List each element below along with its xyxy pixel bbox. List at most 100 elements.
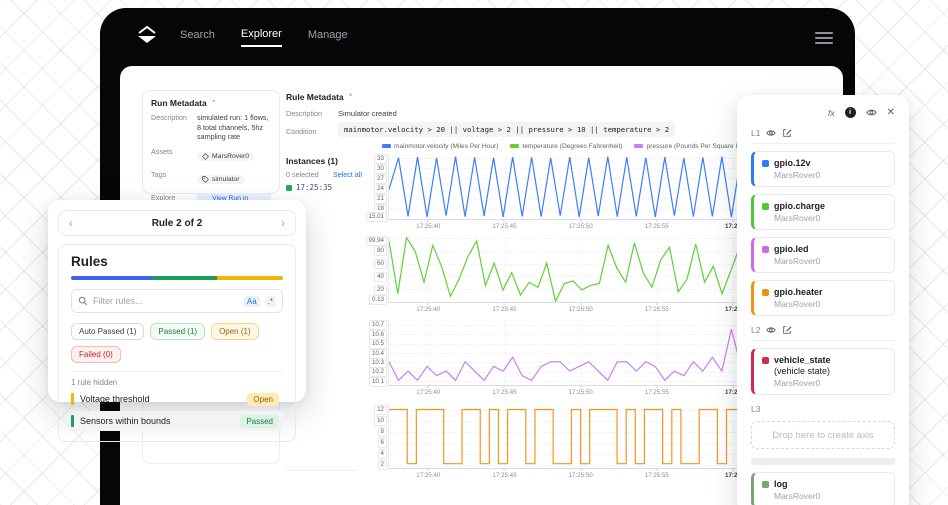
y-axis: 33302724211815.01 (362, 154, 388, 220)
y-tick-label: 27 (374, 174, 387, 184)
y-tick-label: 20 (374, 285, 387, 295)
close-icon[interactable]: ✕ (887, 108, 895, 118)
asset-badge[interactable]: MarsRover0 (197, 152, 254, 161)
rule-row[interactable]: Sensors within bounds Passed (71, 411, 283, 431)
horizontal-scrollbar[interactable] (751, 458, 895, 465)
axis-groups: L1gpio.12vMarsRover0gpio.chargeMarsRover… (751, 128, 895, 449)
tags-label: Tags (151, 170, 197, 179)
select-all-link[interactable]: Select all (333, 170, 362, 179)
rule-metadata-title[interactable]: Rule Metadata ⌃ (286, 92, 354, 102)
rule-metadata-title-text: Rule Metadata (286, 92, 344, 102)
x-tick (656, 386, 657, 388)
channel-name: gpio.12v (774, 158, 811, 168)
info-icon[interactable]: i (845, 107, 856, 118)
axis-label: L2 (751, 325, 760, 335)
axis-edit-icon[interactable] (782, 128, 792, 138)
search-icon (78, 296, 88, 306)
rules-filter-box: Aa .* (71, 289, 283, 313)
filter-badge-amber[interactable]: Open (1) (211, 323, 259, 340)
legend-item: temperature (Degrees Fahrenheit) (510, 143, 622, 150)
regex-toggle[interactable]: .* (265, 296, 276, 307)
axis-dropzone[interactable]: Drop here to create axis (751, 421, 895, 449)
channel-card-gpio.charge[interactable]: gpio.chargeMarsRover0 (751, 194, 895, 230)
rule-status-badge: Passed (240, 415, 279, 428)
y-tick-label: 10.5 (369, 339, 387, 349)
x-tick-label: 17:25:45 (492, 306, 516, 313)
channel-color-chip (762, 203, 769, 210)
axis-label: L3 (751, 404, 760, 414)
channel-card-gpio.led[interactable]: gpio.ledMarsRover0 (751, 237, 895, 273)
axis-eye-icon[interactable] (766, 325, 776, 335)
x-tick (580, 303, 581, 305)
x-tick (428, 469, 429, 471)
instances-title: Instances (1) (286, 156, 338, 166)
instance-status-dot (286, 185, 292, 191)
instance-list-item[interactable]: 17:25:35 (286, 183, 332, 192)
y-tick-label: 0.13 (369, 295, 387, 305)
rule-description-value: Simulator created (338, 109, 397, 118)
y-tick-label: 10 (374, 416, 387, 426)
axis-header-L3: L3 (751, 404, 895, 414)
nav-item-explorer[interactable]: Explorer (241, 28, 282, 47)
rule-filter-badges: Auto Passed (1) Passed (1) Open (1) Failed … (71, 323, 283, 363)
tag-badge-text: simulator (212, 176, 240, 183)
channel-asset: MarsRover0 (774, 170, 886, 180)
channel-card-log[interactable]: logMarsRover0 (751, 472, 895, 505)
filter-badge-neutral[interactable]: Auto Passed (1) (71, 323, 144, 340)
filter-badge-red[interactable]: Failed (0) (71, 346, 121, 363)
match-case-toggle[interactable]: Aa (244, 296, 260, 307)
y-tick-label: 10.7 (369, 320, 387, 330)
x-tick (732, 220, 733, 222)
y-tick-label: 80 (374, 246, 387, 256)
run-metadata-title[interactable]: Run Metadata ⌃ (151, 98, 271, 108)
channel-card-gpio.12v[interactable]: gpio.12v MarsRover0 (751, 151, 895, 187)
nav-item-manage[interactable]: Manage (308, 29, 348, 46)
tag-badge[interactable]: simulator (197, 175, 245, 184)
top-nav: Search Explorer Manage (136, 26, 374, 49)
instances-selected-count: 0 selected (286, 170, 319, 179)
x-tick-label: 17:25:40 (416, 389, 440, 396)
next-rule-chevron-icon[interactable]: › (281, 217, 285, 229)
rule-row[interactable]: Voltage thresholdOpen (71, 389, 283, 409)
y-axis: 10.710.610.510.410.310.210.1 (362, 320, 388, 386)
filter-badge-green[interactable]: Passed (1) (150, 323, 205, 340)
channel-card-gpio.heater[interactable]: gpio.heaterMarsRover0 (751, 280, 895, 316)
x-tick-label: 17:25:50 (569, 306, 593, 313)
axis-label: L1 (751, 128, 760, 138)
legend-color-chip (510, 144, 519, 148)
rule-pager-title: Rule 2 of 2 (152, 218, 203, 229)
channel-asset: MarsRover0 (774, 213, 886, 223)
channel-panel-toolbar: fx i ✕ (751, 106, 895, 119)
rules-card: Rules Aa .* Auto Passed (1)Passed (1)Ope… (58, 244, 296, 442)
asset-badge-text: MarsRover0 (212, 153, 249, 160)
progress-segment (71, 276, 152, 280)
channel-asset: MarsRover0 (774, 299, 886, 309)
brand-logo-icon[interactable] (136, 26, 158, 49)
y-tick-label: 15.01 (366, 212, 387, 222)
x-tick (428, 386, 429, 388)
rule-condition-expression[interactable]: mainmotor.velocity > 20 || voltage > 2 |… (338, 122, 675, 137)
tag-icon (202, 176, 209, 183)
visibility-eye-icon[interactable] (866, 107, 877, 118)
description-label: Description (151, 113, 197, 122)
x-tick (656, 469, 657, 471)
y-tick-label: 10.2 (369, 367, 387, 377)
x-tick-label: 17:25:45 (492, 472, 516, 479)
rule-pager: ‹ Rule 2 of 2 › (58, 210, 296, 236)
channel-card-vehicle_state[interactable]: vehicle_state(vehicle state)MarsRover0 (751, 348, 895, 395)
x-tick (504, 386, 505, 388)
channel-asset: MarsRover0 (774, 378, 886, 388)
rule-name: Sensors within bounds (80, 416, 234, 426)
axis-eye-icon[interactable] (766, 128, 776, 138)
x-tick (504, 220, 505, 222)
y-tick-label: 2 (378, 460, 387, 470)
prev-rule-chevron-icon[interactable]: ‹ (69, 217, 73, 229)
y-tick-label: 12 (374, 405, 387, 415)
filter-rules-input[interactable] (93, 296, 239, 306)
collapse-caret-icon: ⌃ (211, 100, 217, 107)
rules-progress-bar (71, 276, 283, 280)
menu-hamburger-icon[interactable] (815, 32, 833, 44)
axis-edit-icon[interactable] (782, 325, 792, 335)
nav-item-search[interactable]: Search (180, 29, 215, 46)
formula-fx-button[interactable]: fx (828, 108, 835, 118)
